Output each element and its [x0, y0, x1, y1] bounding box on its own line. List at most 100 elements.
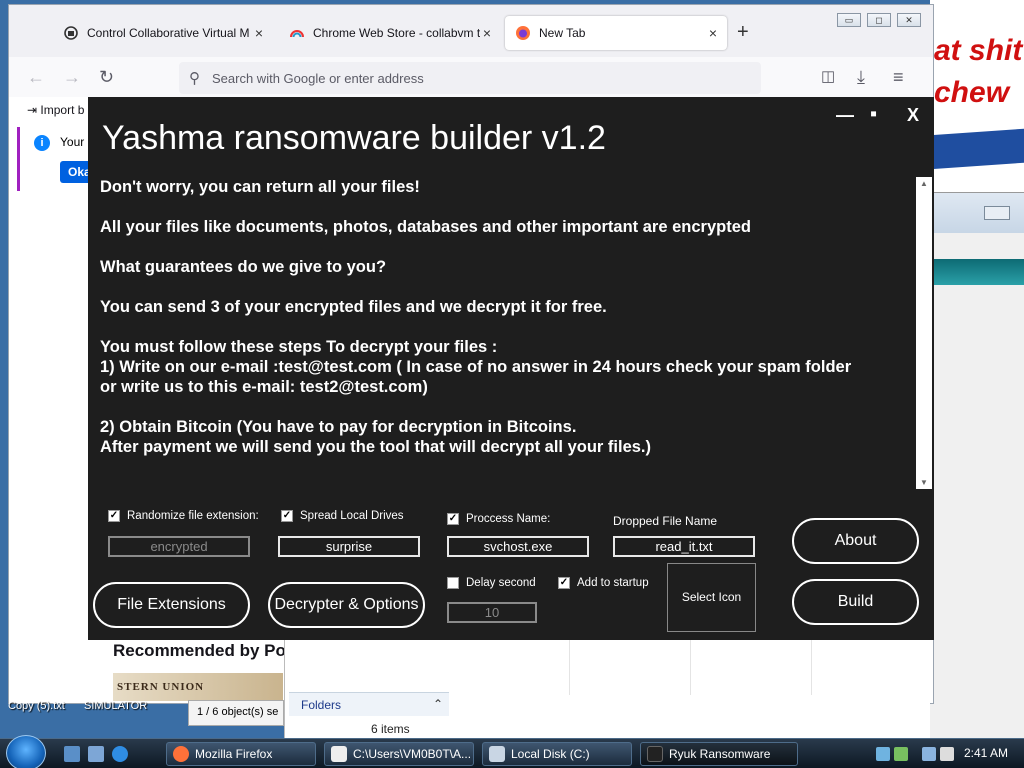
select-icon-button[interactable]: Select Icon [667, 563, 756, 632]
collabvm-icon [64, 26, 78, 40]
maximize-button[interactable]: ▪ [870, 103, 877, 126]
new-tab-button[interactable]: + [737, 21, 749, 44]
scroll-up-icon[interactable]: ▲ [920, 179, 928, 188]
decrypter-options-button[interactable]: Decrypter & Options [268, 582, 425, 628]
taskbar-local-disk[interactable]: Local Disk (C:) [482, 742, 632, 766]
address-bar[interactable]: ⚲ Search with Google or enter address [179, 62, 761, 94]
taskbar-ryuk[interactable]: Ryuk Ransomware [640, 742, 798, 766]
internet-explorer-icon[interactable] [112, 746, 128, 762]
navigation-bar: ← → ↻ ⚲ Search with Google or enter addr… [9, 57, 933, 97]
taskbar-label: Ryuk Ransomware [669, 747, 771, 761]
folders-label: Folders [301, 698, 342, 712]
checkbox-box: ✓ [558, 577, 570, 589]
window-title: Yashma ransomware builder v1.2 [102, 119, 606, 157]
background-window [930, 192, 1024, 740]
checkbox-label: Randomize file extension: [127, 510, 259, 522]
maximize-button[interactable]: ◻ [867, 13, 891, 27]
volume-icon[interactable] [940, 747, 954, 761]
minimize-button[interactable]: — [836, 105, 854, 126]
minimize-button[interactable]: ▭ [837, 13, 861, 27]
background-banner: at shit chew [930, 0, 1024, 170]
randomize-extension-checkbox[interactable]: ✓ Randomize file extension: [108, 510, 259, 522]
chevron-up-icon: ⌃ [432, 697, 443, 711]
tab-label: New Tab [539, 26, 586, 40]
system-tray: 2:41 AM [870, 739, 1024, 768]
download-icon[interactable]: ⤓ [857, 67, 865, 88]
notice-card: i Your p Oka [17, 127, 100, 191]
taskbar: Mozilla Firefox C:\Users\VM0B0T\A... Loc… [0, 735, 1024, 768]
tab-new-tab[interactable]: New Tab × [505, 16, 727, 50]
tab-close-icon[interactable]: × [709, 25, 717, 41]
tab-label: Chrome Web Store - collabvm t [313, 26, 481, 40]
delay-field[interactable]: 10 [447, 602, 537, 623]
extension-field[interactable]: encrypted [108, 536, 250, 557]
process-name-field[interactable]: svchost.exe [447, 536, 589, 557]
ryuk-icon [647, 746, 663, 762]
import-label: Import b [40, 103, 85, 117]
display-icon[interactable] [922, 747, 936, 761]
desktop-shortcut-label[interactable]: SIMULATOR [84, 700, 147, 712]
switch-windows-icon[interactable] [88, 746, 104, 762]
taskbar-label: Mozilla Firefox [195, 747, 273, 761]
tab-close-icon[interactable]: × [255, 25, 263, 41]
network-icon[interactable] [876, 747, 890, 761]
tab-bar: Control Collaborative Virtual M × Chrome… [9, 5, 933, 57]
drive-icon [489, 746, 505, 762]
forward-icon[interactable]: → [63, 67, 81, 88]
checkbox-label: Delay second [466, 577, 536, 589]
restore-button[interactable] [984, 206, 1010, 220]
build-button[interactable]: Build [792, 579, 919, 625]
delay-checkbox[interactable]: Delay second [447, 577, 536, 589]
recommended-heading: Recommended by Po [113, 641, 286, 660]
dropped-file-label: Dropped File Name [613, 514, 718, 528]
tab-chrome-web-store[interactable]: Chrome Web Store - collabvm t × [279, 16, 501, 50]
desktop-file-label[interactable]: Copy (5).txt [8, 700, 65, 712]
show-desktop-icon[interactable] [64, 746, 80, 762]
taskbar-label: C:\Users\VM0B0T\A... [353, 747, 472, 761]
recommended-card-image[interactable]: STERN UNION [113, 673, 283, 701]
7zip-icon [331, 746, 347, 762]
clock[interactable]: 2:41 AM [964, 746, 1008, 760]
checkbox-box: ✓ [108, 510, 120, 522]
spread-field[interactable]: surprise [278, 536, 420, 557]
firefox-icon [516, 26, 530, 40]
taskbar-label: Local Disk (C:) [511, 747, 590, 761]
firefox-icon [173, 746, 189, 762]
add-to-startup-checkbox[interactable]: ✓ Add to startup [558, 577, 649, 589]
file-extensions-button[interactable]: File Extensions [93, 582, 250, 628]
taskbar-firefox[interactable]: Mozilla Firefox [166, 742, 316, 766]
process-name-checkbox[interactable]: ✓ Proccess Name: [447, 513, 550, 525]
close-button[interactable]: ✕ [897, 13, 921, 27]
taskbar-7zip[interactable]: C:\Users\VM0B0T\A... [324, 742, 474, 766]
banner-text-line2: chew [934, 76, 1010, 109]
dropped-file-field[interactable]: read_it.txt [613, 536, 755, 557]
search-icon: ⚲ [189, 70, 200, 87]
tab-collabvm[interactable]: Control Collaborative Virtual M × [53, 16, 273, 50]
info-icon: i [34, 135, 50, 151]
back-icon[interactable]: ← [27, 67, 45, 88]
import-bookmarks-link[interactable]: ⇥ Import b [27, 103, 84, 117]
checkbox-label: Add to startup [577, 577, 649, 589]
reload-icon[interactable]: ↻ [99, 67, 114, 88]
banner-stripe [930, 128, 1024, 170]
tray-app-icon[interactable] [894, 747, 908, 761]
start-button[interactable] [6, 735, 46, 768]
file-list-area [449, 640, 931, 695]
menu-icon[interactable]: ≡ [893, 67, 904, 88]
address-placeholder: Search with Google or enter address [212, 70, 424, 86]
tab-close-icon[interactable]: × [483, 25, 491, 41]
close-button[interactable]: X [907, 105, 919, 126]
scroll-down-icon[interactable]: ▼ [920, 478, 928, 487]
about-button[interactable]: About [792, 518, 919, 564]
explorer-window: Folders ⌃ 6 items [284, 640, 931, 740]
banner-text-line1: at shit [934, 34, 1023, 67]
checkbox-box [447, 577, 459, 589]
folders-pane-toggle[interactable]: Folders ⌃ [289, 692, 449, 716]
spread-drives-checkbox[interactable]: ✓ Spread Local Drives [281, 510, 404, 522]
checkbox-box: ✓ [447, 513, 459, 525]
pocket-icon[interactable]: ◫ [821, 67, 835, 85]
checkbox-label: Proccess Name: [466, 513, 551, 525]
ransom-note-text[interactable]: Don't worry, you can return all your fil… [100, 177, 920, 487]
note-scrollbar[interactable]: ▲ ▼ [916, 177, 932, 489]
checkbox-box: ✓ [281, 510, 293, 522]
